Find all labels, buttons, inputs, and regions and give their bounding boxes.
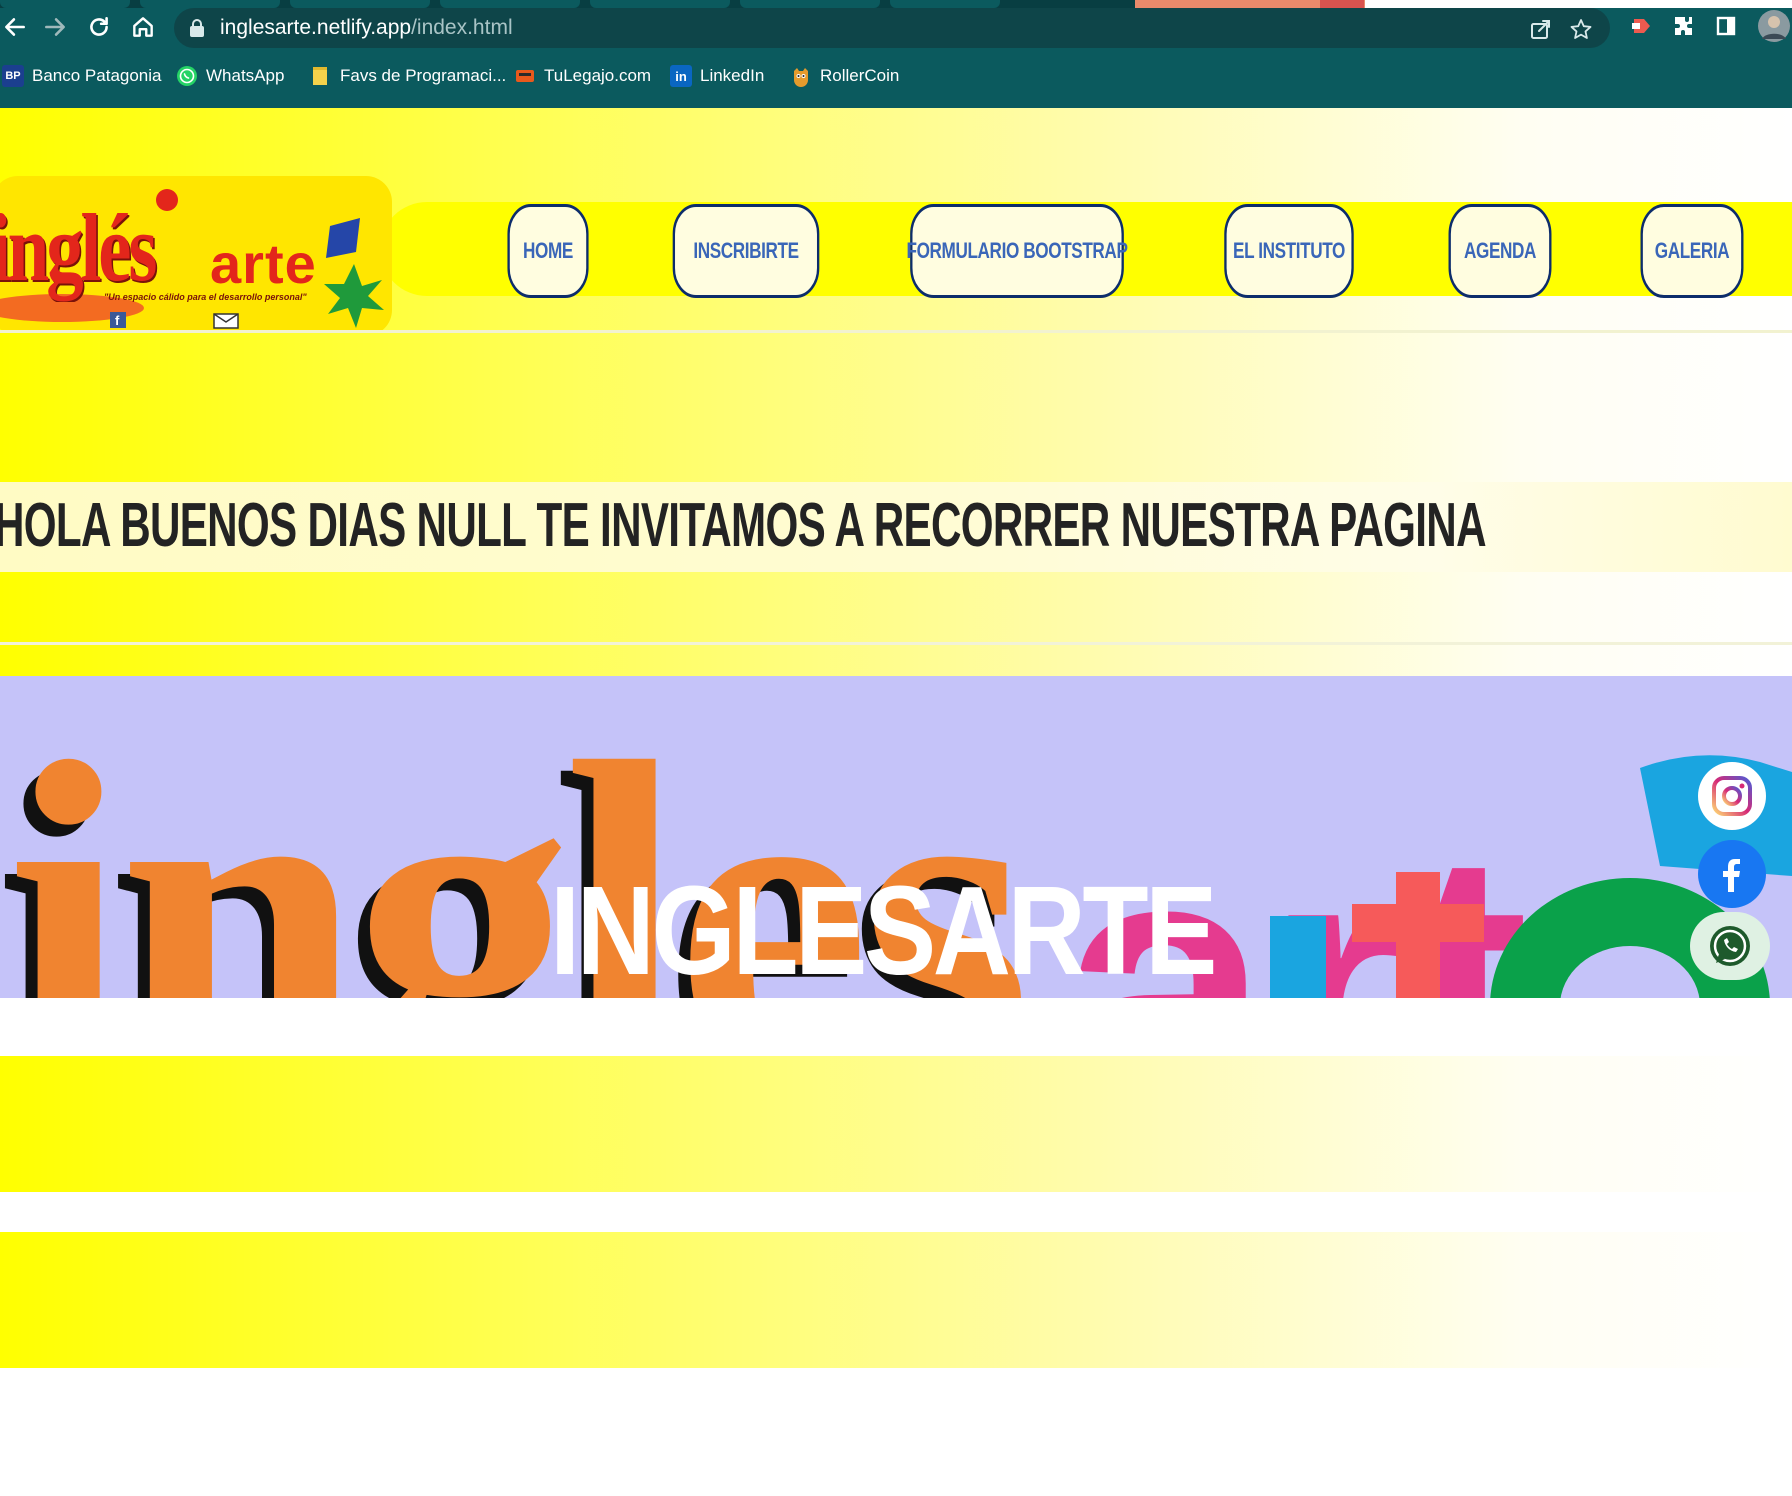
svg-text:f: f — [115, 313, 120, 328]
bookmark-label: Banco Patagonia — [32, 66, 162, 85]
logo-wordmark-arte: arte — [210, 234, 317, 294]
whatsapp-icon[interactable] — [1690, 912, 1770, 980]
url-text[interactable]: inglesarte.netlify.app/index.html — [220, 16, 513, 40]
extension-red-icon[interactable] — [1628, 12, 1656, 40]
page-viewport: f inglés arte "Un espacio cálido para el… — [0, 108, 1792, 1496]
tulegajo-icon — [514, 65, 536, 87]
facebook-icon[interactable] — [1698, 840, 1766, 908]
nav-home[interactable]: HOME — [507, 204, 589, 298]
tab-edge[interactable] — [740, 0, 880, 8]
browser-chrome: inglesarte.netlify.app/index.html BP Ban… — [0, 0, 1792, 108]
logo-brand-ingles: inglés — [0, 194, 157, 301]
site-header: f inglés arte "Un espacio cálido para el… — [0, 108, 1792, 336]
tab-strip-blank — [1365, 0, 1792, 8]
url-host: inglesarte.netlify.app — [220, 16, 412, 39]
folder-icon — [310, 65, 332, 87]
bookmark-label: LinkedIn — [700, 66, 765, 85]
bp-icon: BP — [2, 65, 24, 87]
tab-strip — [0, 0, 1792, 8]
nav-agenda[interactable]: AGENDA — [1448, 204, 1552, 298]
site-logo[interactable]: f inglés arte "Un espacio cálido para el… — [0, 176, 392, 336]
close-tab-icon[interactable] — [1320, 0, 1364, 8]
bookmark-label: TuLegajo.com — [544, 66, 652, 85]
home-icon[interactable] — [128, 10, 158, 44]
logo-tagline: "Un espacio cálido para el desarrollo pe… — [104, 292, 307, 302]
profile-avatar[interactable] — [1756, 10, 1792, 42]
url-path: /index.html — [411, 16, 513, 39]
greeting-message: HOLA BUENOS DIAS NULL TE INVITAMOS A REC… — [0, 491, 1487, 560]
bookmark-label: RollerCoin — [820, 66, 900, 85]
bookmark-banco-patagonia[interactable]: BP Banco Patagonia — [2, 62, 162, 90]
bookmark-rollercoin[interactable]: RollerCoin — [790, 62, 899, 90]
puzzle-icon[interactable] — [1670, 12, 1698, 40]
tab-edge[interactable] — [140, 0, 280, 8]
share-icon[interactable] — [1528, 18, 1554, 40]
hero-title: INGLESARTE — [550, 860, 1217, 998]
bookmark-label: WhatsApp — [206, 66, 285, 85]
tab-edge[interactable] — [290, 0, 430, 8]
logo-wordmark: inglés — [0, 198, 201, 298]
bookmark-star-icon[interactable] — [1568, 18, 1594, 40]
hero-banner: ingles ingles arte INGLESARTE — [0, 676, 1792, 998]
bookmark-whatsapp[interactable]: WhatsApp — [176, 62, 284, 90]
tab-edge[interactable] — [590, 0, 730, 8]
forward-icon[interactable] — [40, 10, 70, 44]
whatsapp-icon — [176, 65, 198, 87]
back-icon[interactable] — [0, 10, 30, 44]
bookmarks-bar: BP Banco Patagonia WhatsApp Favs de Prog… — [0, 56, 1792, 96]
linkedin-icon: in — [670, 65, 692, 87]
instagram-icon[interactable] — [1698, 762, 1766, 830]
logo-brand-arte: arte — [210, 232, 317, 295]
tab-edge[interactable] — [890, 0, 1000, 8]
side-panel-icon[interactable] — [1712, 12, 1740, 40]
content-band-1 — [0, 1056, 1792, 1192]
tab-edge[interactable] — [440, 0, 580, 8]
reload-icon[interactable] — [84, 10, 114, 44]
bookmark-label: Favs de Programaci... — [340, 66, 507, 85]
nav-formulario-bootstrap[interactable]: FORMULARIO BOOTSTRAP — [907, 204, 1128, 298]
tab-edge[interactable] — [0, 0, 130, 8]
lock-icon[interactable] — [188, 18, 206, 38]
nav-galeria[interactable]: GALERIA — [1640, 204, 1744, 298]
bookmark-folder-favs[interactable]: Favs de Programaci... — [310, 62, 506, 90]
pre-hero-strip — [0, 645, 1792, 676]
nav-el-instituto[interactable]: EL INSTITUTO — [1224, 204, 1354, 298]
bookmark-linkedin[interactable]: in LinkedIn — [670, 62, 764, 90]
nav-inscribirte[interactable]: INSCRIBIRTE — [672, 204, 820, 298]
address-bar[interactable]: inglesarte.netlify.app/index.html — [174, 8, 1610, 48]
rollercoin-icon — [790, 65, 812, 87]
content-band-2 — [0, 1232, 1792, 1368]
bookmark-tulegajo[interactable]: TuLegajo.com — [514, 62, 651, 90]
